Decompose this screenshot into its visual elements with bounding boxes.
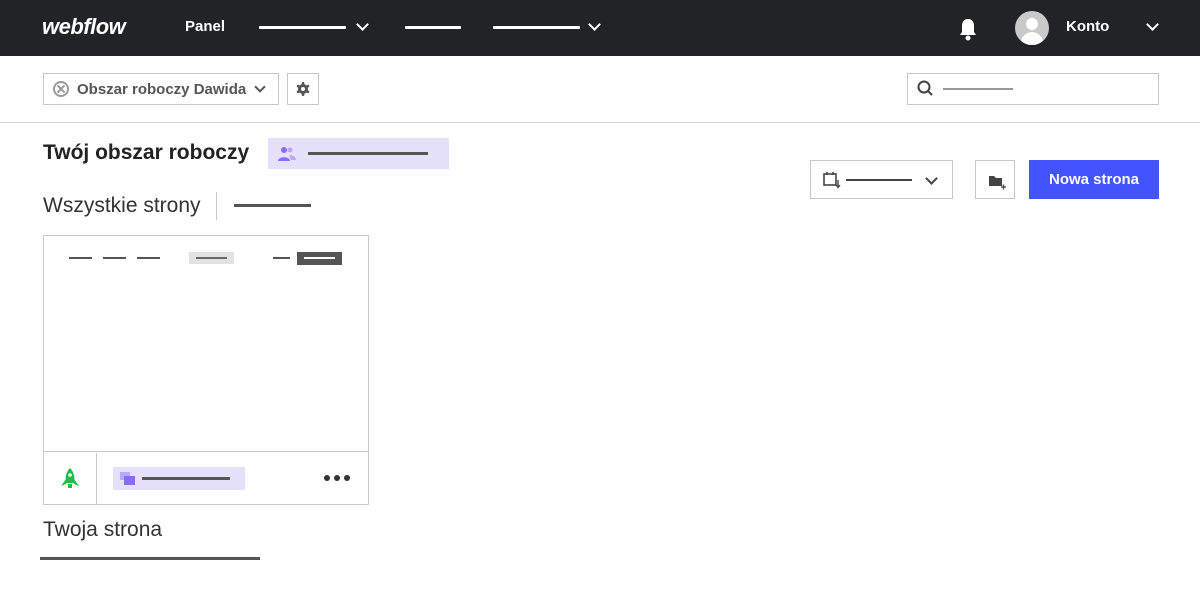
site-badge-placeholder-line [142, 477, 230, 480]
close-circle-icon [53, 81, 69, 97]
chevron-down-icon [925, 172, 938, 185]
nav-menu-placeholder-1[interactable] [259, 26, 346, 29]
thumbnail-button [297, 252, 342, 265]
search-input[interactable] [907, 73, 1159, 105]
site-workspace-badge[interactable] [113, 467, 245, 490]
page-title: Twój obszar roboczy [43, 141, 250, 164]
folder-add-icon [989, 176, 1006, 190]
account-menu-label[interactable]: Konto [1066, 18, 1109, 35]
workspace-selector-label: Obszar roboczy Dawida [77, 81, 247, 98]
thumbnail-nav-line [137, 257, 160, 259]
nav-menu-placeholder-3[interactable] [493, 26, 580, 29]
tab-all-pages[interactable]: Wszystkie strony [43, 194, 201, 218]
search-icon [917, 80, 933, 96]
users-icon [278, 147, 296, 161]
publish-status-cell[interactable] [44, 453, 97, 504]
thumbnail-pill [189, 252, 234, 264]
site-title-underline [40, 557, 260, 560]
tab-divider [216, 192, 217, 220]
chevron-down-icon[interactable] [1146, 18, 1159, 31]
members-badge[interactable] [268, 138, 449, 169]
tab-placeholder[interactable] [234, 204, 311, 207]
sort-dropdown[interactable] [810, 160, 953, 199]
chevron-down-icon [254, 81, 266, 93]
bell-icon[interactable] [958, 17, 978, 41]
site-title[interactable]: Twoja strona [43, 518, 162, 542]
chevron-down-icon[interactable] [356, 18, 369, 31]
members-placeholder-line [308, 152, 428, 155]
new-folder-button[interactable] [975, 160, 1015, 199]
site-thumbnail[interactable] [44, 236, 368, 452]
top-navigation-bar: webflow Panel Konto [0, 0, 1200, 56]
site-card[interactable] [43, 235, 369, 505]
search-placeholder-line [943, 88, 1013, 90]
calendar-sort-icon [823, 172, 841, 189]
thumbnail-nav-line [69, 257, 92, 259]
nav-menu-placeholder-2[interactable] [405, 26, 461, 29]
more-options-icon[interactable] [324, 475, 350, 481]
thumbnail-nav-line [103, 257, 126, 259]
webflow-logo[interactable]: webflow [42, 14, 126, 40]
new-page-button[interactable]: Nowa strona [1029, 160, 1159, 199]
workspace-settings-button[interactable] [287, 73, 319, 105]
nav-panel-link[interactable]: Panel [185, 18, 225, 35]
workspace-toolbar: Obszar roboczy Dawida [0, 56, 1200, 123]
sort-placeholder-line [846, 179, 912, 181]
pages-icon [120, 472, 135, 485]
avatar[interactable] [1015, 11, 1049, 45]
chevron-down-icon[interactable] [588, 18, 601, 31]
thumbnail-nav-line [273, 257, 290, 259]
gear-icon [296, 82, 310, 96]
site-card-footer [44, 453, 368, 504]
rocket-icon [61, 468, 79, 488]
workspace-selector[interactable]: Obszar roboczy Dawida [43, 73, 279, 105]
